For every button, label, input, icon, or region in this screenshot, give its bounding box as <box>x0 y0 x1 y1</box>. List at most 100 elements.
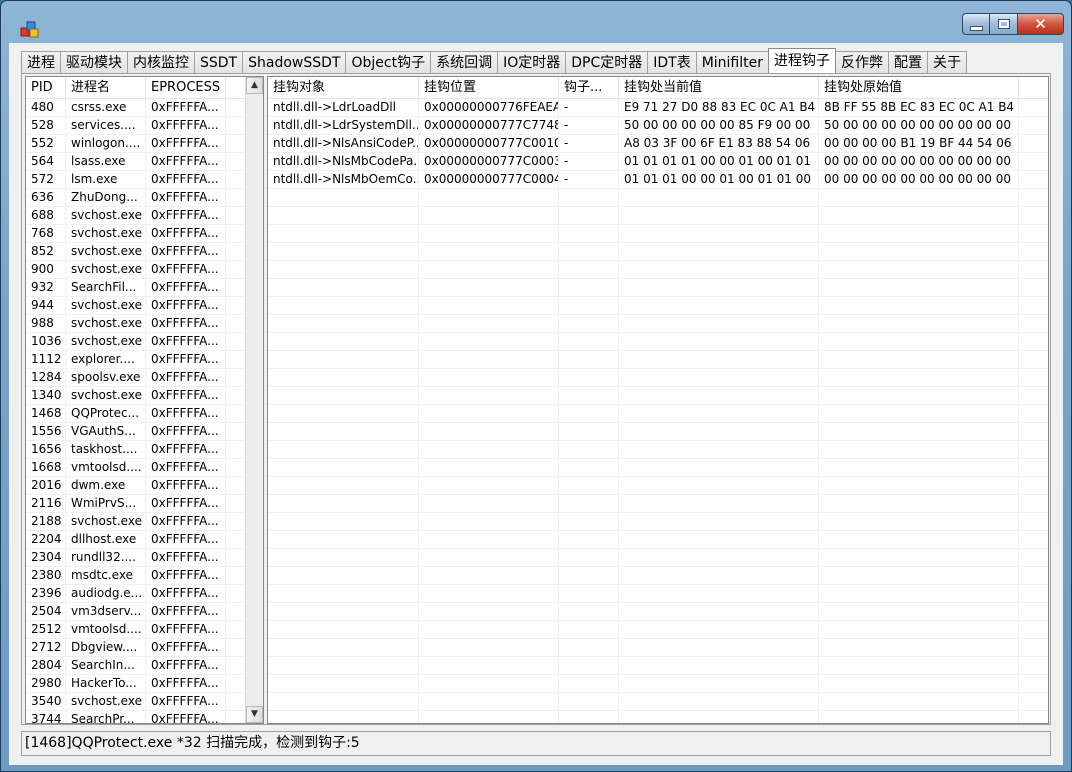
process-row[interactable]: 2512 vmtoolsd.... 0xFFFFFA... <box>26 621 263 639</box>
process-row[interactable]: 3540 svchost.exe 0xFFFFFA... <box>26 693 263 711</box>
process-row[interactable]: 3744 SearchPr... 0xFFFFFA... <box>26 711 263 723</box>
process-cell: 2116 <box>26 495 66 512</box>
hook-list-header: 挂钩对象 挂钩位置 钩子... 挂钩处当前值 挂钩处原始值 <box>268 77 1048 99</box>
hook-cell <box>268 189 419 206</box>
process-cell: svchost.exe <box>66 387 146 404</box>
hook-cell <box>619 423 819 440</box>
process-row[interactable]: 1036 svchost.exe 0xFFFFFA... <box>26 333 263 351</box>
process-row[interactable]: 528 services.... 0xFFFFFA... <box>26 117 263 135</box>
minimize-button[interactable] <box>962 13 990 35</box>
hook-cell: ntdll.dll->NlsMbOemCo... <box>268 171 419 188</box>
process-row[interactable]: 688 svchost.exe 0xFFFFFA... <box>26 207 263 225</box>
tab-2[interactable]: 内核监控 <box>127 51 195 73</box>
tab-6[interactable]: 系统回调 <box>430 51 499 73</box>
hook-list-body: ntdll.dll->LdrLoadDll 0x00000000776FEAEA -… <box>268 99 1048 723</box>
hook-cell <box>268 207 419 224</box>
scroll-down-button[interactable]: ▼ <box>246 706 263 723</box>
tab-4[interactable]: ShadowSSDT <box>242 51 347 73</box>
hook-cell <box>419 189 559 206</box>
tab-0[interactable]: 进程 <box>21 51 61 73</box>
hook-row-empty <box>268 459 1048 477</box>
hook-cell <box>819 387 1019 404</box>
process-row[interactable]: 768 svchost.exe 0xFFFFFA... <box>26 225 263 243</box>
process-row[interactable]: 2980 HackerTo... 0xFFFFFA... <box>26 675 263 693</box>
hook-column-header[interactable]: 挂钩处当前值 <box>619 77 819 98</box>
process-row[interactable]: 2204 dllhost.exe 0xFFFFFA... <box>26 531 263 549</box>
tab-12[interactable]: 反作弊 <box>835 51 890 73</box>
process-row[interactable]: 2304 rundll32.... 0xFFFFFA... <box>26 549 263 567</box>
process-row[interactable]: 1668 vmtoolsd.... 0xFFFFFA... <box>26 459 263 477</box>
tab-13[interactable]: 配置 <box>888 51 929 73</box>
hook-cell: 0x00000000777C0010 <box>419 135 559 152</box>
hook-column-header[interactable]: 钩子... <box>559 77 619 98</box>
process-row[interactable]: 564 lsass.exe 0xFFFFFA... <box>26 153 263 171</box>
hook-cell <box>419 675 559 692</box>
process-column-header[interactable]: PID <box>26 77 66 98</box>
process-row[interactable]: 944 svchost.exe 0xFFFFFA... <box>26 297 263 315</box>
process-row[interactable]: 1556 VGAuthS... 0xFFFFFA... <box>26 423 263 441</box>
tab-1[interactable]: 驱动模块 <box>60 51 128 73</box>
hook-row[interactable]: ntdll.dll->NlsAnsiCodeP... 0x00000000777C… <box>268 135 1048 153</box>
process-column-header[interactable]: 进程名 <box>66 77 146 98</box>
tab-14[interactable]: 关于 <box>927 51 968 73</box>
hook-cell <box>619 621 819 638</box>
scroll-up-button[interactable]: ▲ <box>246 77 263 94</box>
hook-column-header[interactable]: 挂钩处原始值 <box>819 77 1019 98</box>
process-row[interactable]: 2504 vm3dserv... 0xFFFFFA... <box>26 603 263 621</box>
hook-cell <box>268 315 419 332</box>
process-row[interactable]: 1112 explorer.... 0xFFFFFA... <box>26 351 263 369</box>
tab-11[interactable]: 进程钩子 <box>768 48 837 73</box>
process-column-header[interactable]: EPROCESS <box>146 77 226 98</box>
hook-list[interactable]: 挂钩对象 挂钩位置 钩子... 挂钩处当前值 挂钩处原始值 ntdll.dll->Ldr… <box>267 76 1049 724</box>
app-icon[interactable] <box>19 19 41 41</box>
tab-8[interactable]: DPC定时器 <box>565 51 649 73</box>
process-row[interactable]: 2712 Dbgview.... 0xFFFFFA... <box>26 639 263 657</box>
process-row[interactable]: 2016 dwm.exe 0xFFFFFA... <box>26 477 263 495</box>
hook-cell <box>419 207 559 224</box>
hook-cell <box>268 513 419 530</box>
process-row[interactable]: 2804 SearchIn... 0xFFFFFA... <box>26 657 263 675</box>
hook-cell <box>559 621 619 638</box>
hook-cell: 01 01 01 00 00 01 00 01 01 00 <box>619 171 819 188</box>
process-row[interactable]: 2116 WmiPrvS... 0xFFFFFA... <box>26 495 263 513</box>
hook-row[interactable]: ntdll.dll->NlsMbOemCo... 0x00000000777C00… <box>268 171 1048 189</box>
process-row[interactable]: 572 lsm.exe 0xFFFFFA... <box>26 171 263 189</box>
process-row[interactable]: 2396 audiodg.e... 0xFFFFFA... <box>26 585 263 603</box>
process-row[interactable]: 2380 msdtc.exe 0xFFFFFA... <box>26 567 263 585</box>
hook-cell <box>819 441 1019 458</box>
process-row[interactable]: 1284 spoolsv.exe 0xFFFFFA... <box>26 369 263 387</box>
process-cell: 0xFFFFFA... <box>146 333 226 350</box>
process-cell: dllhost.exe <box>66 531 146 548</box>
close-button[interactable]: ✕ <box>1018 13 1064 35</box>
process-cell: taskhost.... <box>66 441 146 458</box>
process-row[interactable]: 852 svchost.exe 0xFFFFFA... <box>26 243 263 261</box>
hook-column-header[interactable]: 挂钩对象 <box>268 77 419 98</box>
hook-row[interactable]: ntdll.dll->LdrLoadDll 0x00000000776FEAEA -… <box>268 99 1048 117</box>
hook-row[interactable]: ntdll.dll->LdrSystemDll... 0x00000000777C… <box>268 117 1048 135</box>
process-row[interactable]: 2188 svchost.exe 0xFFFFFA... <box>26 513 263 531</box>
hook-row[interactable]: ntdll.dll->NlsMbCodePa... 0x00000000777C0… <box>268 153 1048 171</box>
process-row[interactable]: 1656 taskhost.... 0xFFFFFA... <box>26 441 263 459</box>
process-row[interactable]: 1340 svchost.exe 0xFFFFFA... <box>26 387 263 405</box>
process-list-scrollbar[interactable]: ▲ ▼ <box>245 77 263 723</box>
process-row[interactable]: 900 svchost.exe 0xFFFFFA... <box>26 261 263 279</box>
process-row[interactable]: 1468 QQProtec... 0xFFFFFA... <box>26 405 263 423</box>
hook-cell <box>619 279 819 296</box>
process-row[interactable]: 988 svchost.exe 0xFFFFFA... <box>26 315 263 333</box>
process-row[interactable]: 552 winlogon.... 0xFFFFFA... <box>26 135 263 153</box>
tab-5[interactable]: Object钩子 <box>345 51 432 73</box>
process-row[interactable]: 636 ZhuDong... 0xFFFFFA... <box>26 189 263 207</box>
hook-column-header[interactable]: 挂钩位置 <box>419 77 559 98</box>
title-bar[interactable]: ✕ <box>1 1 1071 43</box>
tab-10[interactable]: Minifilter <box>695 51 770 73</box>
process-cell: 0xFFFFFA... <box>146 243 226 260</box>
hook-cell <box>268 549 419 566</box>
tab-7[interactable]: IO定时器 <box>497 51 567 73</box>
process-row[interactable]: 480 csrss.exe 0xFFFFFA... <box>26 99 263 117</box>
tab-3[interactable]: SSDT <box>194 51 244 73</box>
process-row[interactable]: 932 SearchFil... 0xFFFFFA... <box>26 279 263 297</box>
maximize-button[interactable] <box>990 13 1018 35</box>
hook-cell <box>619 369 819 386</box>
process-list[interactable]: PID 进程名 EPROCESS 480 csrss.exe 0xFFFFFA... 52… <box>25 76 264 724</box>
tab-9[interactable]: IDT表 <box>647 51 697 73</box>
